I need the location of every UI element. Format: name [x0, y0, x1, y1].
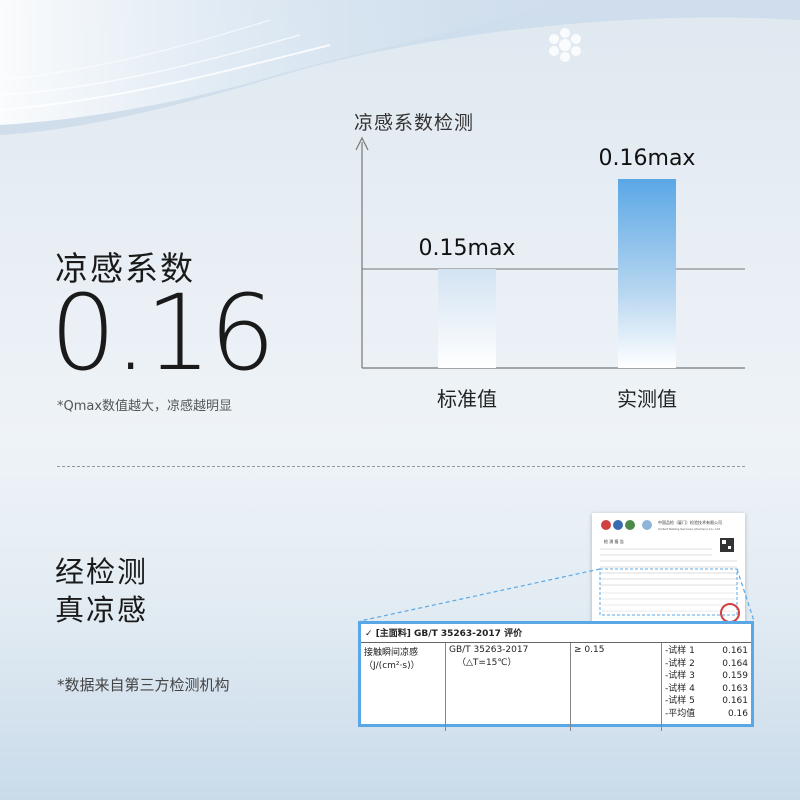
test-condition: （△T=15℃）: [457, 658, 517, 668]
report-org-en: United Testing Services (Xiamen) Co., Lt…: [658, 527, 720, 531]
zoom-header-text: [主面料] GB/T 35263-2017 评价: [375, 629, 523, 639]
qmax-note: *Qmax数值越大，凉感越明显: [57, 399, 233, 414]
sample-value: 0.16: [727, 708, 748, 719]
category-label-measured: 实测值: [617, 387, 677, 411]
data-label-measured: 0.16max: [599, 146, 696, 171]
sample-row: -试样 1 0.161: [665, 645, 748, 658]
certification-logo: [601, 520, 611, 530]
zoomed-report-table: ✓ [主面料] GB/T 35263-2017 评价 接触瞬间凉感 （J/(cm…: [358, 621, 754, 731]
cooling-coefficient-value: 0.16: [50, 272, 276, 394]
seal-stamp: [720, 603, 740, 623]
sample-row: -试样 5 0.161: [665, 695, 748, 708]
data-label-standard: 0.15max: [419, 236, 516, 261]
section-divider: [57, 466, 745, 467]
sample-row: -试样 4 0.163: [665, 683, 748, 696]
sample-value: 0.159: [722, 671, 748, 681]
sample-name: -平均值: [665, 708, 696, 719]
sample-row: -试样 2 0.164: [665, 658, 748, 671]
sample-value: 0.163: [722, 683, 748, 694]
sample-results: -试样 1 0.161 -试样 2 0.164 -试样 3 0.159 -试样 4 0.163…: [665, 645, 748, 720]
sample-name: -试样 1: [665, 646, 695, 656]
report-doc-title: 检 测 报 告: [604, 538, 624, 544]
slogan-line-1: 经检测: [55, 555, 149, 589]
slogan-line-2: 真凉感: [55, 593, 149, 627]
bar-measured: [618, 179, 676, 368]
bar-chart: 0.15max 0.16max 标准值 实测值: [355, 136, 745, 411]
slogan: 经检测 真凉感: [55, 553, 148, 629]
sample-name: -试样 5: [665, 696, 695, 706]
test-report-thumbnail: 中国品检（厦门）检验技术有限公司 United Testing Services…: [592, 513, 745, 628]
standard-code: GB/T 35263-2017: [449, 645, 529, 655]
sample-row: -平均值 0.16: [665, 708, 748, 721]
bar-standard: [438, 269, 496, 368]
zoom-header: ✓ [主面料] GB/T 35263-2017 评价: [361, 624, 751, 643]
report-org: 中国品检（厦门）检验技术有限公司: [658, 519, 722, 525]
category-label-standard: 标准值: [437, 387, 497, 411]
item-unit: （J/(cm²·s)）: [364, 661, 420, 671]
requirement: ≥ 0.15: [574, 645, 605, 655]
snowflake-icon: [549, 28, 581, 62]
sample-value: 0.161: [722, 646, 748, 656]
sample-name: -试样 4: [665, 683, 695, 694]
sample-name: -试样 2: [665, 658, 695, 669]
sample-value: 0.161: [722, 696, 748, 706]
sample-name: -试样 3: [665, 671, 695, 681]
item-label: 接触瞬间凉感: [364, 648, 419, 658]
sample-value: 0.164: [722, 658, 748, 669]
sample-row: -试样 3 0.159: [665, 670, 748, 683]
third-party-note: *数据来自第三方检测机构: [57, 676, 230, 694]
